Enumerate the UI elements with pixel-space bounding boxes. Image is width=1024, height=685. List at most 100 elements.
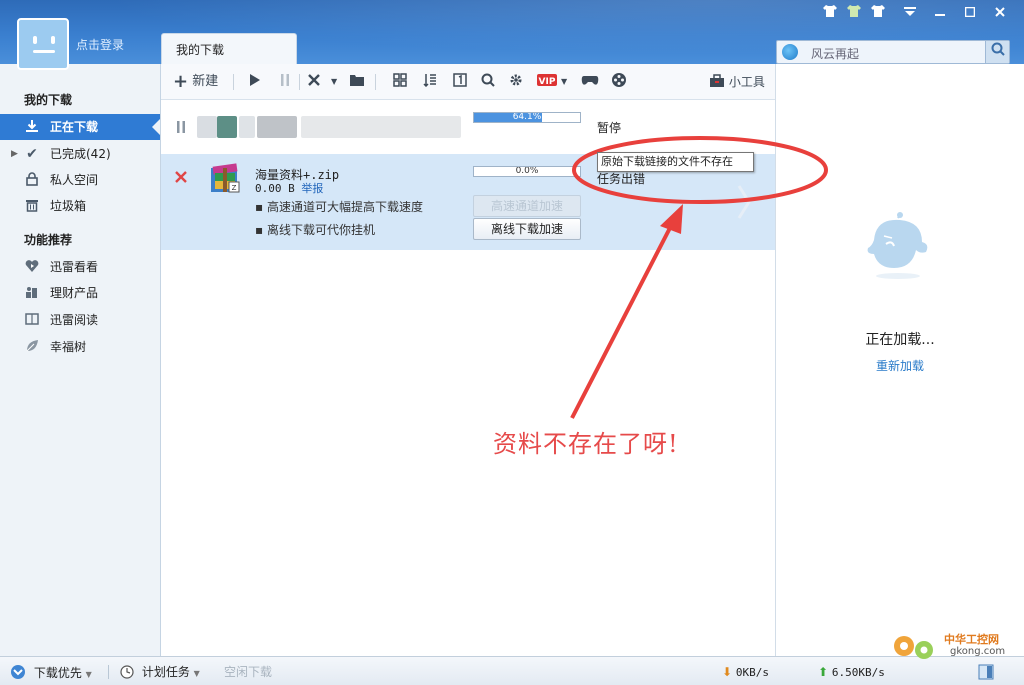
maximize-icon[interactable]: [958, 4, 982, 24]
highspeed-accelerate-button[interactable]: 高速通道加速: [473, 195, 581, 217]
new-task-button[interactable]: + 新建: [173, 72, 218, 92]
search-box[interactable]: 风云再起: [776, 40, 1010, 64]
magnifier-icon: [481, 73, 495, 87]
sort-icon: [423, 74, 436, 88]
film-button[interactable]: [611, 72, 627, 92]
skin-shirt-icon[interactable]: [866, 4, 890, 24]
priority-label: 下载优先: [33, 666, 82, 680]
tools-button[interactable]: 小工具: [709, 72, 765, 92]
progress-bar: 64.1%: [473, 112, 581, 123]
grid-icon: [393, 73, 407, 87]
search-button[interactable]: [985, 41, 1009, 63]
annotation-text: 资料不存在了呀!: [493, 430, 679, 458]
sidebar-item-label: 迅雷看看: [50, 260, 99, 274]
panel-toggle-button[interactable]: [978, 664, 994, 680]
plus-icon: +: [173, 71, 189, 92]
down-arrow-icon: ⬇: [722, 665, 733, 679]
find-button[interactable]: [481, 72, 495, 92]
sidebar-item-label: 正在下载: [50, 120, 99, 134]
delete-button[interactable]: [307, 72, 321, 92]
sidebar-item-finance[interactable]: 理财产品: [0, 280, 160, 306]
menu-icon[interactable]: [898, 4, 922, 24]
blurred-content: [197, 116, 217, 138]
download-icon: [24, 119, 40, 135]
sidebar-item-downloading[interactable]: 正在下载: [0, 114, 160, 140]
scheduled-label: 计划任务: [141, 665, 190, 679]
expand-arrow-icon[interactable]: ▶: [11, 141, 18, 167]
idle-download-button[interactable]: 空闲下载: [224, 664, 272, 680]
sidebar-item-label: 幸福树: [50, 340, 87, 354]
gamepad-icon: [581, 76, 599, 85]
blurred-content: [239, 116, 255, 138]
progress-text: 0.0%: [515, 166, 539, 176]
check-icon: ✔: [26, 146, 38, 162]
bullet-icon: ▪: [255, 200, 267, 214]
sidebar-item-reading[interactable]: 迅雷阅读: [0, 307, 160, 333]
panel-icon: [978, 664, 994, 680]
vip-button[interactable]: VIP: [537, 72, 557, 92]
dropdown-arrow-icon: ▼: [85, 670, 92, 679]
sidebar-item-happytree[interactable]: 幸福树: [0, 334, 160, 360]
toolbar-divider: [375, 74, 376, 90]
grid-view-button[interactable]: [393, 72, 407, 92]
clock-icon: [120, 665, 134, 679]
sort-button[interactable]: [423, 72, 437, 92]
sidebar-item-label: 私人空间: [50, 173, 99, 187]
minimize-icon[interactable]: [928, 4, 952, 24]
avatar[interactable]: [17, 18, 69, 70]
sidebar-item-private[interactable]: 私人空间: [0, 167, 160, 193]
tooltip: 原始下载链接的文件不存在: [597, 152, 754, 172]
tab-my-downloads[interactable]: 我的下载: [161, 33, 297, 64]
delete-dropdown-icon[interactable]: ▼: [331, 72, 337, 92]
delete-x-icon: [308, 74, 320, 86]
watermark-text: 中华工控网: [944, 633, 999, 646]
folder-icon: [350, 75, 364, 86]
open-folder-button[interactable]: [349, 72, 365, 92]
vip-dropdown-icon[interactable]: ▼: [561, 72, 567, 92]
up-speed-text: 6.50KB/s: [831, 666, 885, 679]
sidebar-item-completed[interactable]: ▶ ✔ 已完成(42): [0, 141, 160, 167]
sidebar-item-label: 垃圾箱: [50, 199, 87, 213]
avatar-eye: [33, 36, 37, 44]
reload-link[interactable]: 重新加载: [776, 357, 1024, 374]
priority-arrow-icon: [11, 665, 25, 679]
section-features: 功能推荐: [24, 233, 73, 247]
progress-bar: 0.0%: [473, 166, 581, 177]
dropdown-arrow-icon: ▼: [193, 669, 200, 678]
progress-text: 64.1%: [512, 112, 542, 122]
task-row[interactable]: 64.1% 暂停: [161, 100, 775, 154]
settings-button[interactable]: [509, 72, 523, 92]
tip-text: 高速通道可大幅提高下载速度: [266, 200, 423, 214]
download-priority-button[interactable]: 下载优先 ▼: [10, 664, 92, 680]
lock-icon: [24, 172, 40, 188]
task-list: 64.1% 暂停 Z 海量资料+.zip 0.00 B 举报 ▪ 高速通道可大幅…: [161, 100, 775, 656]
skin-shirt-icon[interactable]: [842, 4, 866, 24]
browser-globe-icon: [782, 44, 798, 60]
avatar-eye: [51, 36, 55, 44]
search-input[interactable]: 风云再起: [811, 45, 859, 62]
sidebar-item-kankan[interactable]: 迅雷看看: [0, 254, 160, 280]
start-button[interactable]: [249, 72, 261, 92]
watermark-logo: 中华工控网 gkong.com: [890, 628, 1020, 662]
tip-offline: ▪ 离线下载可代你挂机: [255, 221, 375, 238]
login-link[interactable]: 点击登录: [76, 36, 124, 53]
game-button[interactable]: [581, 72, 599, 92]
scheduled-task-button[interactable]: 计划任务 ▼: [120, 664, 200, 680]
top-button[interactable]: [453, 72, 467, 92]
pause-button[interactable]: [279, 72, 291, 92]
close-icon[interactable]: [988, 4, 1012, 24]
watermark-url: gkong.com: [950, 646, 1006, 657]
trash-icon: [24, 198, 40, 214]
leaf-icon: [24, 339, 40, 355]
search-icon: [991, 42, 1005, 56]
offline-accelerate-button[interactable]: 离线下载加速: [473, 218, 581, 240]
number-one-icon: [453, 73, 467, 87]
up-arrow-icon: ⬆: [818, 665, 829, 679]
bullet-icon: ▪: [255, 223, 267, 237]
skin-shirt-icon[interactable]: [818, 4, 842, 24]
report-link[interactable]: 举报: [301, 182, 323, 195]
status-divider: [108, 665, 109, 679]
gear-icon: [510, 74, 522, 86]
sidebar-item-trash[interactable]: 垃圾箱: [0, 193, 160, 219]
down-speed-text: 0KB/s: [735, 666, 770, 679]
